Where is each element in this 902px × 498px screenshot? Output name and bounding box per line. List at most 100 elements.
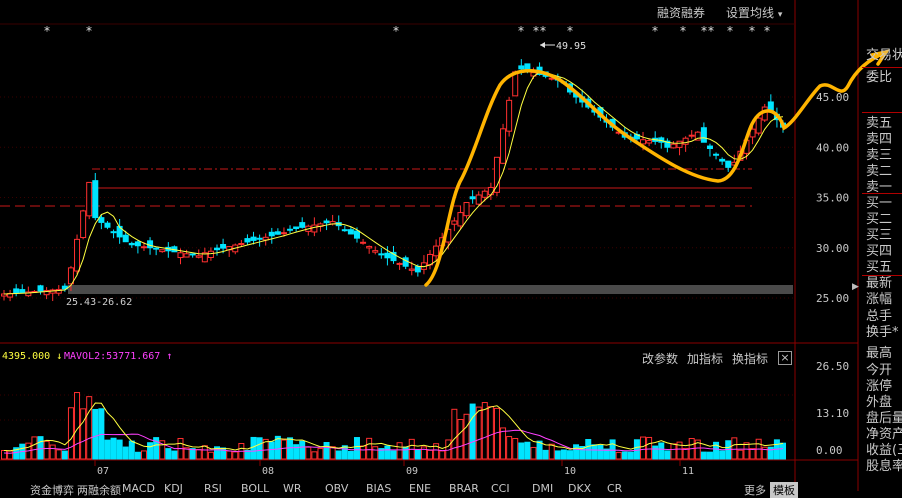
event-marker-icon[interactable]: * bbox=[727, 24, 733, 38]
candle-body bbox=[378, 253, 385, 256]
volume-bar bbox=[43, 440, 50, 460]
indicator-tab[interactable]: KDJ bbox=[164, 482, 183, 495]
event-marker-icon[interactable]: * bbox=[652, 24, 658, 38]
price-range-band bbox=[68, 285, 793, 294]
swap-indicator-button[interactable]: 换指标 bbox=[732, 350, 768, 367]
indicator-tab[interactable]: DKX bbox=[568, 482, 591, 495]
candle-body bbox=[195, 255, 202, 258]
volume-bar bbox=[396, 442, 403, 460]
volume-bar bbox=[55, 449, 62, 460]
indicator-tab[interactable]: BOLL bbox=[241, 482, 269, 495]
indicator-tab[interactable]: 更多 bbox=[744, 482, 766, 498]
volume-bar bbox=[366, 437, 373, 460]
candle-body bbox=[37, 285, 44, 292]
add-indicator-button[interactable]: 加指标 bbox=[687, 350, 723, 367]
event-marker-icon[interactable]: * bbox=[680, 24, 686, 38]
event-marker-icon[interactable]: * bbox=[86, 24, 92, 38]
indicator-tab[interactable]: ENE bbox=[409, 482, 431, 495]
volume-bar bbox=[74, 392, 81, 460]
candle-body bbox=[347, 229, 354, 235]
quote-label: 盘后量 bbox=[866, 411, 902, 426]
quote-label: 买二 bbox=[866, 212, 893, 227]
event-marker-icon[interactable]: * bbox=[518, 24, 524, 38]
candle-body bbox=[670, 143, 677, 149]
indicator-tab[interactable]: MACD bbox=[122, 482, 155, 495]
indicator-tab[interactable]: OBV bbox=[325, 482, 348, 495]
candle-body bbox=[238, 242, 245, 245]
event-marker-icon[interactable]: * bbox=[749, 24, 755, 38]
volume-bar bbox=[317, 448, 324, 460]
quote-label: 卖四 bbox=[866, 132, 893, 147]
margin-trading-link[interactable]: 融资融券 bbox=[657, 4, 705, 21]
event-marker-icon[interactable]: * bbox=[44, 24, 50, 38]
close-icon[interactable]: × bbox=[778, 351, 792, 365]
indicator-tab[interactable]: 资金博弈 bbox=[30, 482, 74, 498]
kline-chart[interactable]: * * * * * * * * * * * * * * 49.95 25.43-26.62 45.0040… bbox=[0, 0, 902, 491]
candle-body bbox=[463, 202, 470, 217]
event-marker-icon[interactable]: * bbox=[708, 24, 714, 38]
volume-bar bbox=[384, 445, 391, 460]
candle-body bbox=[353, 230, 360, 239]
volume-bar bbox=[560, 449, 567, 460]
volume-bar bbox=[165, 448, 172, 460]
change-params-button[interactable]: 改参数 bbox=[642, 350, 678, 367]
volume-bar bbox=[457, 419, 464, 460]
candle-body bbox=[80, 210, 87, 239]
candle-body bbox=[244, 238, 251, 243]
volume-bar bbox=[420, 446, 427, 460]
candle-body bbox=[481, 190, 488, 198]
ma-settings-dropdown[interactable]: 设置均线 ▾ bbox=[726, 4, 782, 21]
event-marker-icon[interactable]: * bbox=[540, 24, 546, 38]
date-tick-label: 10 bbox=[564, 466, 576, 477]
volume-bar bbox=[767, 446, 774, 460]
quote-label: 最新 bbox=[866, 276, 893, 291]
volume-legend-value: 4395.000 ↓ bbox=[2, 351, 63, 362]
candle-body bbox=[755, 117, 762, 134]
candle-body bbox=[214, 247, 221, 251]
indicator-tab[interactable]: RSI bbox=[204, 482, 222, 495]
candle-body bbox=[408, 268, 415, 271]
indicator-tab[interactable]: DMI bbox=[532, 482, 553, 495]
candle-body bbox=[500, 128, 507, 164]
candle-body bbox=[713, 153, 720, 156]
quote-label: 涨幅 bbox=[866, 292, 893, 307]
candle-body bbox=[493, 156, 500, 193]
template-tab[interactable]: 模板 bbox=[770, 482, 798, 498]
indicator-tab[interactable]: BRAR bbox=[449, 482, 479, 495]
event-marker-icon[interactable]: * bbox=[393, 24, 399, 38]
candle-body bbox=[153, 247, 160, 250]
volume-bar bbox=[700, 451, 707, 460]
event-marker-icon[interactable]: * bbox=[533, 24, 539, 38]
volume-bar bbox=[731, 437, 738, 460]
candle-body bbox=[104, 222, 111, 228]
indicator-tab[interactable]: CCI bbox=[491, 482, 510, 495]
volume-bar bbox=[536, 440, 543, 460]
candle-body bbox=[676, 140, 683, 148]
expand-panel-icon[interactable]: ▶ bbox=[852, 282, 859, 292]
indicator-tab[interactable]: CR bbox=[607, 482, 622, 495]
quote-label: 净资产 bbox=[866, 427, 902, 442]
volume-bar bbox=[573, 444, 580, 460]
quote-divider bbox=[862, 67, 902, 68]
candle-body bbox=[366, 245, 373, 249]
volume-bar bbox=[615, 451, 622, 460]
volume-bar bbox=[305, 446, 312, 460]
ma-settings-label: 设置均线 bbox=[726, 6, 775, 20]
quote-divider bbox=[862, 275, 902, 276]
indicator-tab[interactable]: 两融余额 bbox=[77, 482, 121, 498]
chevron-down-icon: ▾ bbox=[777, 10, 783, 20]
candle-body bbox=[372, 250, 379, 253]
candle-body bbox=[287, 228, 294, 231]
volume-bar bbox=[353, 437, 360, 460]
date-tick-label: 07 bbox=[97, 466, 109, 477]
volume-bar bbox=[61, 450, 68, 460]
event-marker-icon[interactable]: * bbox=[764, 24, 770, 38]
indicator-tab[interactable]: WR bbox=[283, 482, 302, 495]
event-marker-icon[interactable]: * bbox=[567, 24, 573, 38]
indicator-tab[interactable]: BIAS bbox=[366, 482, 391, 495]
candle-body bbox=[396, 262, 403, 265]
volume-bar bbox=[323, 442, 330, 460]
event-marker-icon[interactable]: * bbox=[701, 24, 707, 38]
candle-body bbox=[110, 231, 117, 234]
volume-bar bbox=[414, 449, 421, 460]
